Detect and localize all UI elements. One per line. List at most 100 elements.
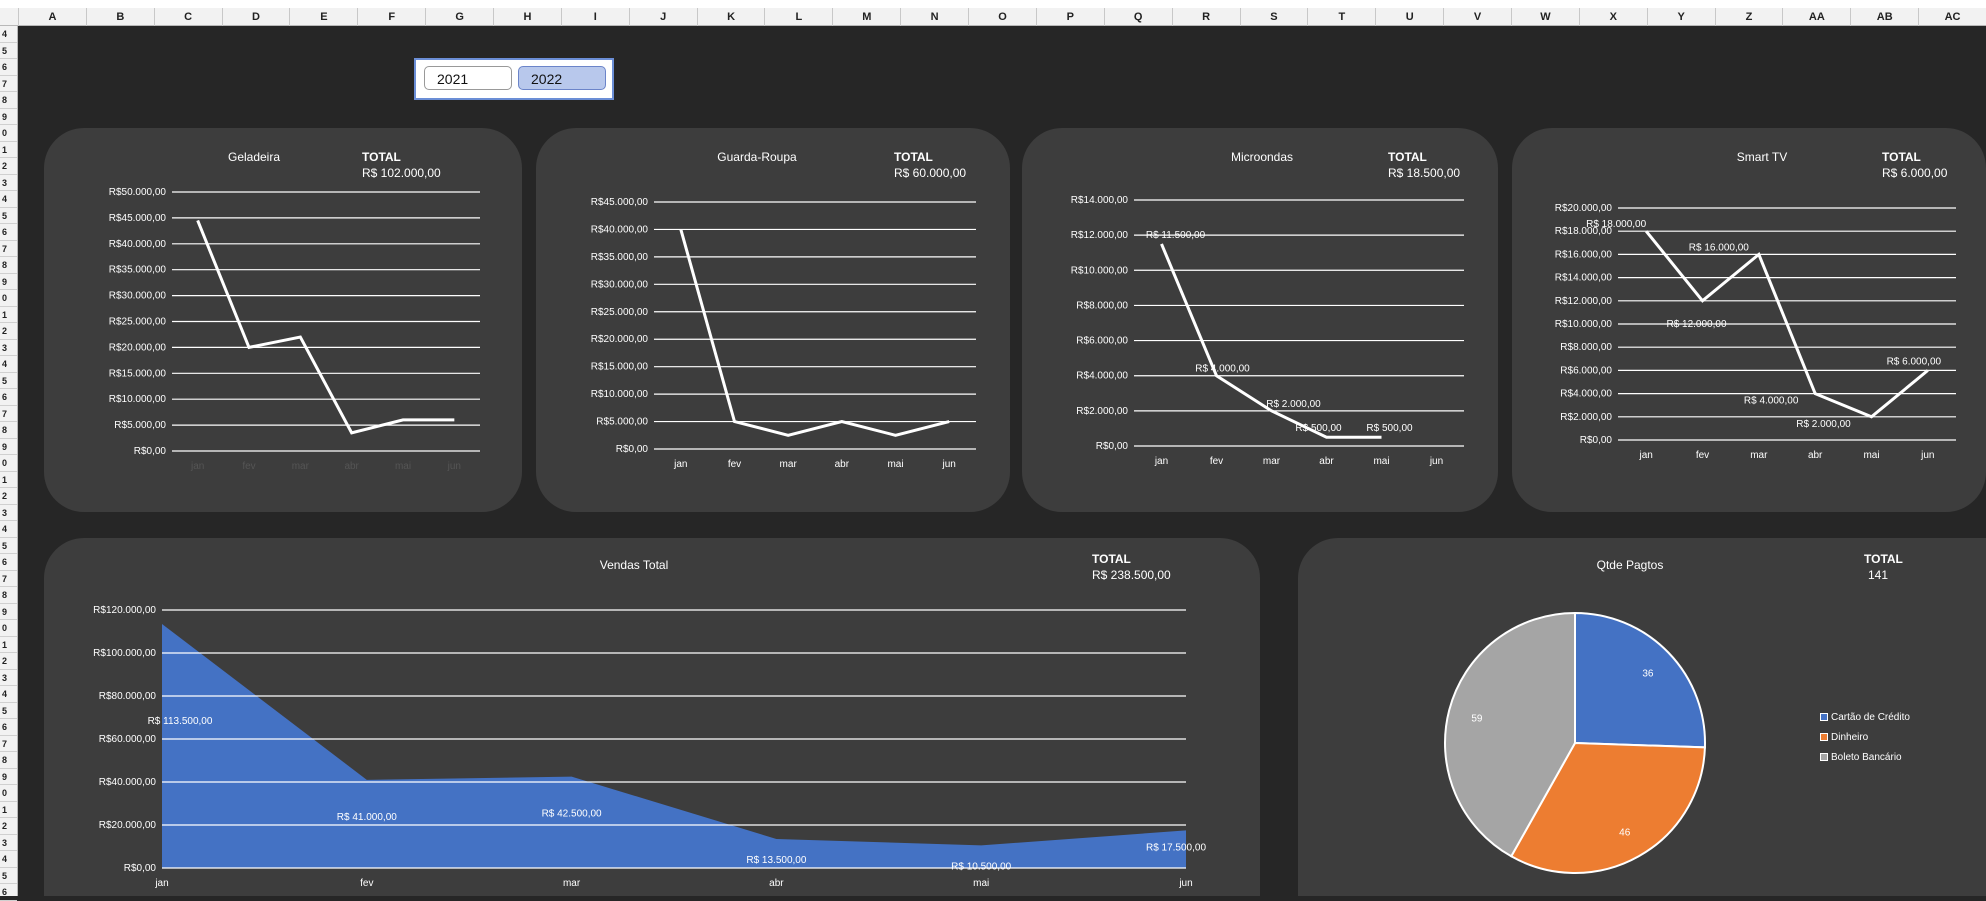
column-header-e[interactable]: E xyxy=(289,8,357,26)
row-header[interactable]: 7 xyxy=(0,571,17,587)
column-header-v[interactable]: V xyxy=(1443,8,1511,26)
row-header[interactable]: 6 xyxy=(0,554,17,571)
column-header-p[interactable]: P xyxy=(1035,8,1104,26)
chart-panel-geladeira[interactable]: Geladeira TOTAL R$ 102.000,00 R$0,00 R$5.… xyxy=(44,128,522,512)
row-header[interactable]: 5 xyxy=(0,373,17,389)
column-header-z[interactable]: Z xyxy=(1714,8,1783,26)
row-header[interactable]: 4 xyxy=(0,521,17,538)
data-label: R$ 16.000,00 xyxy=(1689,242,1749,253)
column-header-aa[interactable]: AA xyxy=(1782,8,1850,26)
chart-panel-qtde-pagtos[interactable]: Qtde Pagtos TOTAL 141 36 46 59 Cartão de C… xyxy=(1298,538,1986,896)
row-header[interactable]: 1 xyxy=(0,637,17,653)
column-header-u[interactable]: U xyxy=(1375,8,1443,26)
y-tick-label: R$0,00 xyxy=(616,444,649,455)
row-header[interactable]: 4 xyxy=(0,26,17,43)
column-header-g[interactable]: G xyxy=(425,8,493,26)
row-header[interactable]: 7 xyxy=(0,736,17,752)
data-label: R$ 41.000,00 xyxy=(337,812,397,823)
x-tick-label: jun xyxy=(941,459,955,470)
row-header[interactable]: 3 xyxy=(0,505,17,521)
row-header[interactable]: 4 xyxy=(0,851,17,868)
y-tick-label: R$10.000,00 xyxy=(109,394,167,405)
row-header[interactable]: 4 xyxy=(0,191,17,208)
row-header[interactable]: 5 xyxy=(0,868,17,884)
row-header[interactable]: 1 xyxy=(0,307,17,323)
row-header[interactable]: 7 xyxy=(0,406,17,422)
row-header[interactable]: 3 xyxy=(0,835,17,851)
row-header[interactable]: 5 xyxy=(0,43,17,59)
column-header-o[interactable]: O xyxy=(968,8,1036,26)
row-header[interactable]: 2 xyxy=(0,323,17,340)
column-header-d[interactable]: D xyxy=(221,8,290,26)
row-header[interactable]: 1 xyxy=(0,472,17,488)
row-header[interactable]: 9 xyxy=(0,109,17,125)
chart-panel-vendas-total[interactable]: Vendas Total TOTAL R$ 238.500,00 R$0,00 R… xyxy=(44,538,1260,896)
column-header-b[interactable]: B xyxy=(85,8,154,26)
row-header[interactable]: 7 xyxy=(0,76,17,92)
slicer-option-2021[interactable]: 2021 xyxy=(424,66,512,90)
row-header[interactable]: 8 xyxy=(0,587,17,604)
column-header-l[interactable]: L xyxy=(764,8,832,26)
line-chart-smart-tv: R$0,00 R$2.000,00 R$4.000,00 R$6.000,00 R$8.… xyxy=(1555,203,1956,461)
row-header[interactable]: 5 xyxy=(0,703,17,719)
row-header[interactable]: 6 xyxy=(0,59,17,76)
row-header[interactable]: 0 xyxy=(0,455,17,472)
row-header[interactable]: 3 xyxy=(0,670,17,686)
row-header[interactable]: 2 xyxy=(0,653,17,670)
row-header[interactable]: 2 xyxy=(0,158,17,175)
row-header[interactable]: 6 xyxy=(0,389,17,406)
column-header-c[interactable]: C xyxy=(153,8,222,26)
row-header[interactable]: 1 xyxy=(0,802,17,818)
row-header[interactable]: 6 xyxy=(0,719,17,736)
column-header-f[interactable]: F xyxy=(357,8,425,26)
column-header-t[interactable]: T xyxy=(1307,8,1375,26)
series-area xyxy=(162,623,1186,868)
row-header[interactable]: 5 xyxy=(0,538,17,554)
chart-panel-guarda-roupa[interactable]: Guarda-Roupa TOTAL R$ 60.000,00 R$0,00 R$… xyxy=(536,128,1010,512)
chart-panel-smart-tv[interactable]: Smart TV TOTAL R$ 6.000,00 R$0,00 R$2.000… xyxy=(1512,128,1986,512)
row-header[interactable]: 6 xyxy=(0,224,17,241)
row-header[interactable]: 8 xyxy=(0,92,17,109)
column-header-i[interactable]: I xyxy=(560,8,629,26)
slicer-option-2022[interactable]: 2022 xyxy=(518,66,606,90)
row-header[interactable]: 0 xyxy=(0,290,17,307)
column-header-q[interactable]: Q xyxy=(1103,8,1172,26)
column-header-x[interactable]: X xyxy=(1578,8,1647,26)
column-header-ac[interactable]: AC xyxy=(1918,8,1986,26)
chart-panel-microondas[interactable]: Microondas TOTAL R$ 18.500,00 R$0,00 R$2.… xyxy=(1022,128,1498,512)
legend-label: Boleto Bancário xyxy=(1831,752,1902,763)
row-header[interactable]: 4 xyxy=(0,356,17,373)
row-header[interactable]: 2 xyxy=(0,818,17,835)
column-header-a[interactable]: A xyxy=(18,8,86,26)
column-header-r[interactable]: R xyxy=(1171,8,1240,26)
column-header-k[interactable]: K xyxy=(696,8,765,26)
row-header[interactable]: 2 xyxy=(0,488,17,505)
ribbon-edge xyxy=(0,0,1986,8)
row-header[interactable]: 3 xyxy=(0,340,17,356)
row-header[interactable]: 0 xyxy=(0,125,17,142)
row-header[interactable]: 0 xyxy=(0,620,17,637)
row-header[interactable]: 4 xyxy=(0,686,17,703)
row-header[interactable]: 3 xyxy=(0,175,17,191)
column-header-h[interactable]: H xyxy=(493,8,561,26)
row-header[interactable]: 6 xyxy=(0,884,17,901)
column-header-n[interactable]: N xyxy=(900,8,968,26)
column-header-w[interactable]: W xyxy=(1510,8,1579,26)
row-header[interactable]: 8 xyxy=(0,257,17,274)
row-header[interactable]: 9 xyxy=(0,439,17,455)
column-header-s[interactable]: S xyxy=(1239,8,1308,26)
row-header[interactable]: 9 xyxy=(0,274,17,290)
row-header[interactable]: 7 xyxy=(0,241,17,257)
column-header-ab[interactable]: AB xyxy=(1850,8,1918,26)
column-header-y[interactable]: Y xyxy=(1646,8,1715,26)
column-header-j[interactable]: J xyxy=(628,8,697,26)
row-header[interactable]: 5 xyxy=(0,208,17,224)
row-header[interactable]: 1 xyxy=(0,142,17,158)
data-label: R$ 12.000,00 xyxy=(1666,319,1726,330)
row-header[interactable]: 9 xyxy=(0,769,17,785)
row-header[interactable]: 8 xyxy=(0,422,17,439)
row-header[interactable]: 9 xyxy=(0,604,17,620)
column-header-m[interactable]: M xyxy=(832,8,900,26)
row-header[interactable]: 0 xyxy=(0,785,17,802)
row-header[interactable]: 8 xyxy=(0,752,17,769)
